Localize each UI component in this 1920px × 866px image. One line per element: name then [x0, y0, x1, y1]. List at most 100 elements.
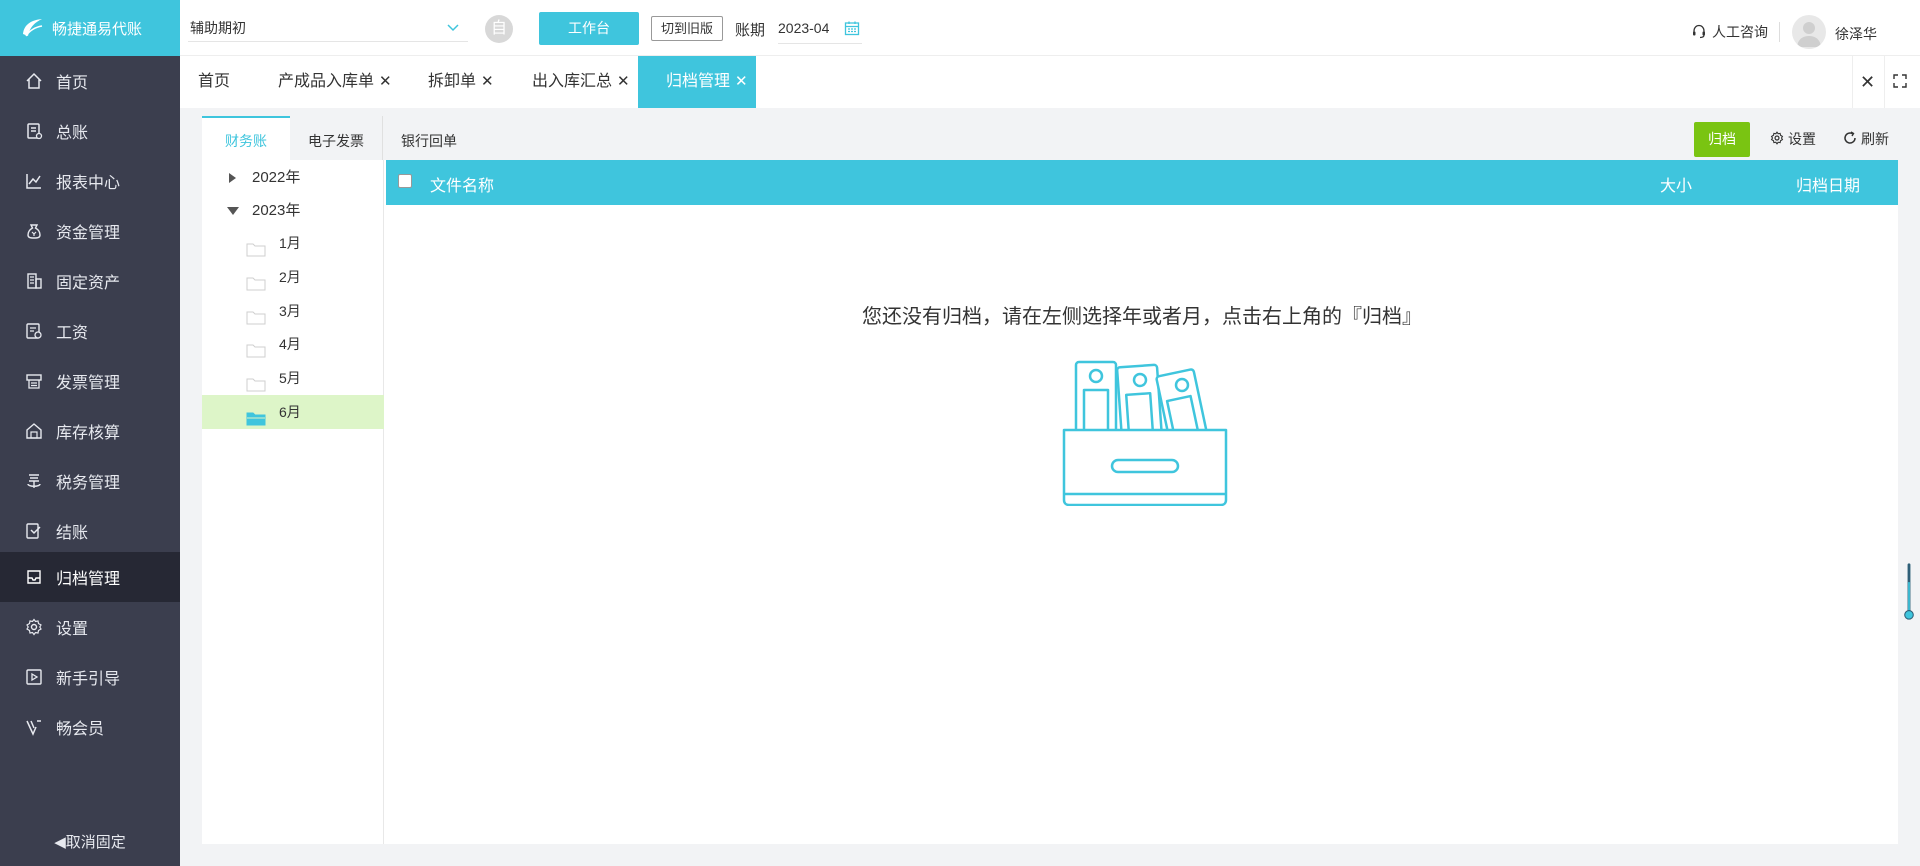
tab-inout-summary[interactable]: 出入库汇总 ✕: [532, 56, 630, 108]
unpin-label: 取消固定: [65, 834, 126, 851]
tab-bar: 首页 产成品入库单 ✕ 拆卸单 ✕ 出入库汇总 ✕ 归档管理 ✕ ✕: [180, 56, 1920, 108]
sidebar-item-label: 总账: [56, 124, 89, 142]
switch-old-version-button[interactable]: 切到旧版: [651, 16, 723, 41]
column-header-filename[interactable]: 文件名称: [430, 172, 494, 196]
settings-button[interactable]: 设置: [1770, 129, 1816, 149]
sidebar-item-fixed-assets[interactable]: 固定资产: [0, 256, 180, 306]
sidebar-item-salary[interactable]: 工资: [0, 306, 180, 356]
gear-icon: [24, 617, 44, 637]
sidebar-item-funds[interactable]: 资金管理: [0, 206, 180, 256]
username[interactable]: 徐泽华: [1835, 24, 1877, 44]
workbench-button[interactable]: 工作台: [539, 12, 639, 45]
tree-year-label: 2023年: [252, 202, 301, 219]
tab-home[interactable]: 首页: [198, 56, 230, 108]
close-icon[interactable]: ✕: [481, 73, 494, 90]
brand-name: 畅捷通易代账: [52, 20, 143, 38]
home-icon: [24, 71, 44, 91]
tree-month-label: 3月: [279, 303, 301, 319]
grid-header: 文件名称 大小 归档日期: [386, 160, 1898, 205]
tab-archive-management[interactable]: 归档管理 ✕: [638, 56, 756, 108]
refresh-button[interactable]: 刷新: [1843, 129, 1889, 149]
subtab-e-invoices[interactable]: 电子发票: [290, 116, 383, 160]
money-bag-icon: [24, 221, 44, 241]
sidebar-item-label: 设置: [56, 620, 89, 638]
company-select-value: 辅助期初: [190, 20, 246, 36]
self-mode-button[interactable]: 自: [485, 15, 513, 43]
company-select[interactable]: 辅助期初: [188, 14, 468, 42]
select-all-checkbox[interactable]: [398, 174, 412, 188]
close-icon[interactable]: ✕: [617, 73, 630, 90]
close-icon: ✕: [1859, 72, 1876, 92]
tree-month[interactable]: 2月: [202, 260, 384, 294]
sidebar-item-archive[interactable]: 归档管理: [0, 552, 180, 602]
sidebar-item-label: 工资: [56, 324, 89, 342]
divider: [1779, 22, 1780, 42]
calendar-icon: [844, 19, 860, 43]
tree-month[interactable]: 3月: [202, 294, 384, 328]
headset-icon: [1691, 23, 1707, 42]
help-label: 人工咨询: [1712, 24, 1768, 40]
sidebar-item-tax[interactable]: 税务管理: [0, 456, 180, 506]
tree-month[interactable]: 4月: [202, 327, 384, 361]
sidebar-item-ledger[interactable]: 总账: [0, 106, 180, 156]
archive-file-grid: 文件名称 大小 归档日期 您还没有归档，请在左侧选择年或者月，点击右上角的『归档…: [386, 160, 1898, 844]
sidebar-item-settings[interactable]: 设置: [0, 602, 180, 652]
tree-month-label: 6月: [279, 404, 301, 420]
sidebar-item-guide[interactable]: 新手引导: [0, 652, 180, 702]
archive-date-tree: 2022年 2023年 1月 2月 3月 4月 5月 6月: [202, 160, 384, 844]
sidebar-item-home[interactable]: 首页: [0, 56, 180, 106]
period-picker[interactable]: 2023-04: [778, 16, 862, 44]
folder-open-icon: [246, 404, 266, 438]
tree-year-2023[interactable]: 2023年: [202, 195, 384, 227]
tree-month-selected[interactable]: 6月: [202, 395, 384, 429]
caret-down-icon[interactable]: [226, 195, 240, 229]
archive-button[interactable]: 归档: [1694, 122, 1750, 157]
sidebar-item-label: 税务管理: [56, 474, 121, 492]
chevron-down-icon: [446, 14, 460, 44]
sidebar: 畅捷通易代账 首页 总账 报表中心 资金管理 固定资产 工资 发票管理 库存核算…: [0, 0, 180, 866]
fullscreen-icon: [1892, 72, 1907, 92]
brand-logo[interactable]: 畅捷通易代账: [0, 0, 180, 56]
caret-right-icon[interactable]: [226, 162, 238, 196]
tree-month[interactable]: 1月: [202, 226, 384, 260]
unpin-sidebar-button[interactable]: ◀取消固定: [0, 831, 180, 852]
tree-month-label: 2月: [279, 269, 301, 285]
tree-year-label: 2022年: [252, 169, 301, 186]
sidebar-item-label: 发票管理: [56, 374, 121, 392]
sidebar-item-invoices[interactable]: 发票管理: [0, 356, 180, 406]
sidebar-item-label: 库存核算: [56, 424, 121, 442]
closing-icon: [24, 521, 44, 541]
sidebar-item-label: 归档管理: [56, 571, 121, 588]
tab-label: 产成品入库单: [278, 73, 375, 90]
archive-panel: 财务账 电子发票 银行回单 归档 设置 刷新 2022年 2023年 1月 2月: [202, 116, 1898, 844]
sidebar-item-closing[interactable]: 结账: [0, 506, 180, 556]
scroll-handle[interactable]: [1904, 552, 1914, 632]
sidebar-item-vip[interactable]: 畅会员: [0, 702, 180, 752]
sidebar-item-label: 报表中心: [56, 174, 121, 192]
warehouse-icon: [24, 421, 44, 441]
topbar: 辅助期初 自 工作台 切到旧版 账期 2023-04 人工咨询 徐泽华: [180, 0, 1920, 56]
close-icon[interactable]: ✕: [379, 73, 392, 90]
fullscreen-button[interactable]: [1884, 56, 1914, 108]
avatar[interactable]: [1792, 15, 1826, 49]
sidebar-item-label: 新手引导: [56, 670, 121, 688]
tab-disassembly[interactable]: 拆卸单 ✕: [428, 56, 494, 108]
empty-state-message: 您还没有归档，请在左侧选择年或者月，点击右上角的『归档』: [862, 306, 1422, 328]
subtab-bank-receipts[interactable]: 银行回单: [384, 116, 474, 160]
sidebar-item-reports[interactable]: 报表中心: [0, 156, 180, 206]
tab-label: 首页: [198, 73, 231, 90]
ledger-icon: [24, 121, 44, 141]
human-support-link[interactable]: 人工咨询: [1691, 22, 1768, 42]
period-value: 2023-04: [778, 20, 830, 36]
tree-year-2022[interactable]: 2022年: [202, 162, 384, 194]
tab-finished-goods-receipt[interactable]: 产成品入库单 ✕: [278, 56, 392, 108]
column-header-archive-date[interactable]: 归档日期: [1796, 172, 1860, 196]
close-all-tabs-button[interactable]: ✕: [1852, 56, 1882, 108]
tree-month[interactable]: 5月: [202, 361, 384, 395]
invoice-icon: [24, 371, 44, 391]
subtab-financial-books[interactable]: 财务账: [202, 116, 290, 160]
sidebar-item-label: 资金管理: [56, 224, 121, 242]
close-icon[interactable]: ✕: [735, 73, 748, 90]
sidebar-item-inventory[interactable]: 库存核算: [0, 406, 180, 456]
column-header-size[interactable]: 大小: [1660, 172, 1692, 196]
